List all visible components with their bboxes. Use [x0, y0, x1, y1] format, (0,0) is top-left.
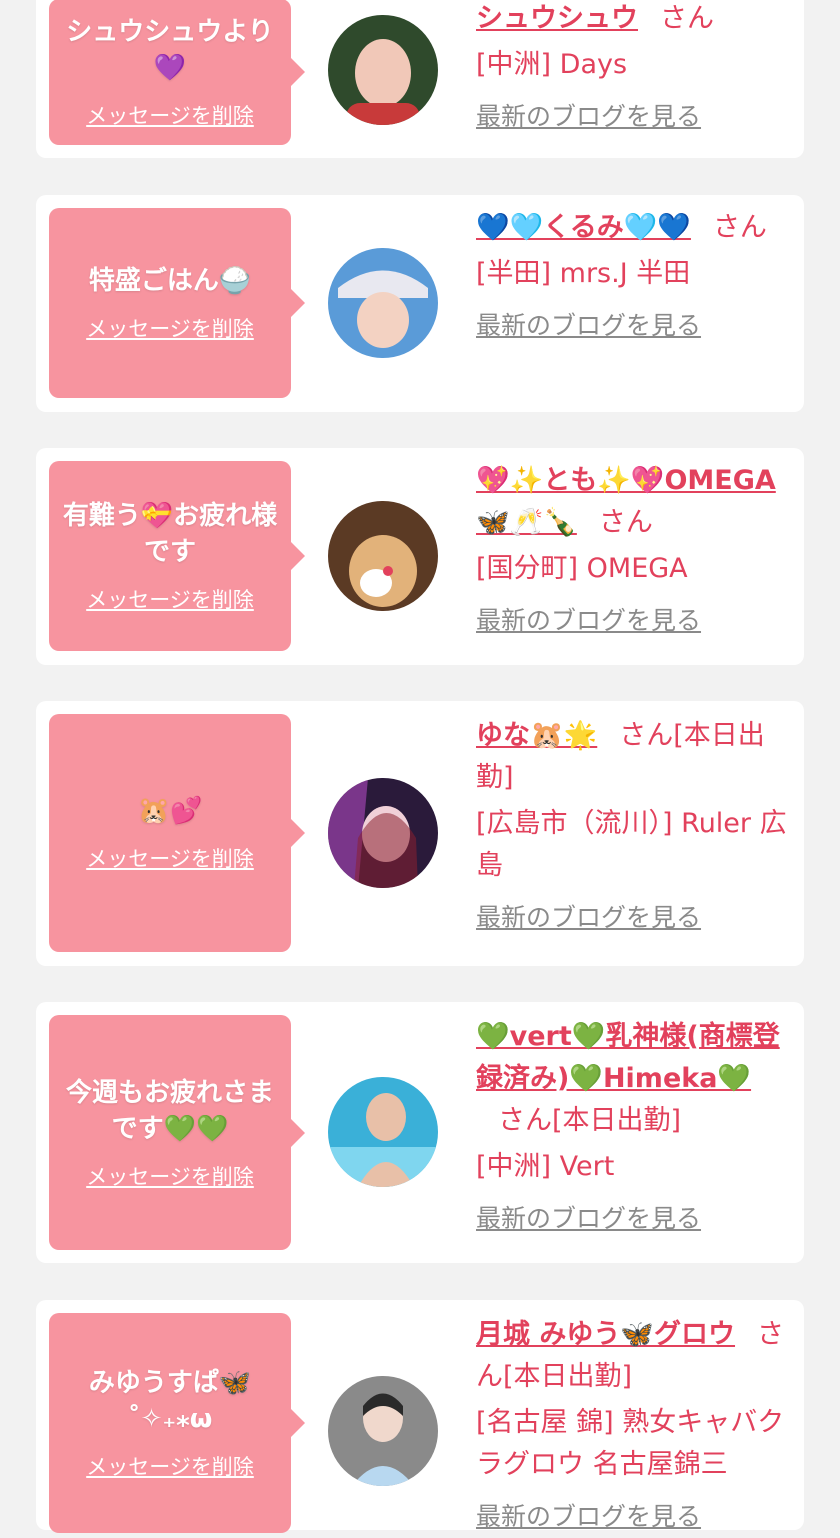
sender-name-link[interactable]: シュウシュウ	[476, 3, 638, 34]
delete-message-link[interactable]: メッセージを削除	[86, 1451, 254, 1481]
delete-message-link[interactable]: メッセージを削除	[86, 313, 254, 343]
message-bubble: 有難う💝お疲れ様です メッセージを削除	[49, 461, 305, 651]
latest-blog-link[interactable]: 最新のブログを見る	[476, 897, 701, 939]
message-card: 特盛ごはん🍚 メッセージを削除 💙🩵くるみ🩵💙 さん [半田] mrs.J 半田 …	[36, 195, 804, 412]
shop-label: [国分町] OMEGA	[476, 553, 688, 584]
message-bubble: 今週もお疲れさまです💚💚 メッセージを削除	[49, 1015, 305, 1250]
message-text: 特盛ごはん🍚	[88, 266, 252, 296]
shop-label: [半田] mrs.J 半田	[476, 258, 691, 289]
sender-info: 💚vert💚乳神様(商標登録済み)💚Himeka💚 さん[本日出勤] [中洲] V…	[476, 1016, 796, 1240]
latest-blog-link[interactable]: 最新のブログを見る	[476, 305, 701, 347]
delete-message-link[interactable]: メッセージを削除	[86, 100, 254, 130]
sender-info: 💖✨とも✨💖OMEGA🦋🥂🍾 さん [国分町] OMEGA 最新のブログを見る	[476, 460, 796, 642]
sender-info: 月城 みゆう🦋グロウ さん[本日出勤] [名古屋 錦] 熟女キャバクラグロウ 名古…	[476, 1314, 796, 1538]
avatar[interactable]	[328, 1077, 438, 1187]
avatar-photo	[328, 778, 438, 888]
delete-message-link[interactable]: メッセージを削除	[86, 1161, 254, 1191]
shop-label: [名古屋 錦] 熟女キャバクラグロウ 名古屋錦三	[476, 1407, 785, 1480]
sender-suffix: さん[本日出勤]	[498, 1105, 682, 1136]
avatar-photo	[328, 15, 438, 125]
sender-info: シュウシュウ さん [中洲] Days 最新のブログを見る	[476, 0, 796, 138]
latest-blog-link[interactable]: 最新のブログを見る	[476, 600, 701, 642]
message-card: 🐹💕 メッセージを削除 ゆな🐹🌟 さん[本日出勤] [広島市（流川）] Ruler…	[36, 701, 804, 966]
avatar-photo	[328, 248, 438, 358]
avatar-photo	[328, 501, 438, 611]
latest-blog-link[interactable]: 最新のブログを見る	[476, 1198, 701, 1240]
sender-info: ゆな🐹🌟 さん[本日出勤] [広島市（流川）] Ruler 広島 最新のブログを見…	[476, 715, 796, 939]
message-text: 今週もお疲れさまです💚💚	[65, 1077, 274, 1144]
message-text: みゆうすぱ🦋 ˚✧₊⁎ω	[88, 1368, 252, 1434]
avatar[interactable]	[328, 501, 438, 611]
sender-name-link[interactable]: 💚vert💚乳神様(商標登録済み)💚Himeka💚	[476, 1021, 780, 1094]
sender-name-link[interactable]: 月城 みゆう🦋グロウ	[476, 1319, 735, 1350]
sender-name-link[interactable]: ゆな🐹🌟	[476, 720, 597, 751]
avatar[interactable]	[328, 778, 438, 888]
message-bubble: 🐹💕 メッセージを削除	[49, 714, 305, 952]
message-text: シュウシュウより💜	[66, 17, 274, 83]
sender-info: 💙🩵くるみ🩵💙 さん [半田] mrs.J 半田 最新のブログを見る	[476, 207, 796, 347]
sender-suffix: さん	[660, 3, 714, 34]
message-text: 有難う💝お疲れ様です	[62, 501, 278, 567]
delete-message-link[interactable]: メッセージを削除	[86, 843, 254, 873]
latest-blog-link[interactable]: 最新のブログを見る	[476, 1496, 701, 1538]
message-card: 今週もお疲れさまです💚💚 メッセージを削除 💚vert💚乳神様(商標登録済み)💚…	[36, 1002, 804, 1263]
avatar[interactable]	[328, 1376, 438, 1486]
delete-message-link[interactable]: メッセージを削除	[86, 584, 254, 614]
sender-suffix: さん	[712, 212, 767, 243]
message-bubble: 特盛ごはん🍚 メッセージを削除	[49, 208, 305, 398]
sender-suffix: さん	[598, 507, 653, 538]
shop-label: [中洲] Days	[476, 49, 628, 80]
shop-label: [中洲] Vert	[476, 1151, 615, 1182]
message-text: 🐹💕	[137, 796, 203, 826]
avatar[interactable]	[328, 248, 438, 358]
latest-blog-link[interactable]: 最新のブログを見る	[476, 96, 701, 138]
message-card: シュウシュウより💜 メッセージを削除 シュウシュウ さん [中洲] Days 最新…	[36, 0, 804, 158]
message-bubble: シュウシュウより💜 メッセージを削除	[49, 0, 305, 145]
avatar-photo	[328, 1376, 438, 1486]
message-bubble: みゆうすぱ🦋 ˚✧₊⁎ω メッセージを削除	[49, 1313, 305, 1533]
avatar[interactable]	[328, 15, 438, 125]
shop-label: [広島市（流川）] Ruler 広島	[476, 808, 787, 881]
sender-name-link[interactable]: 💙🩵くるみ🩵💙	[476, 212, 691, 243]
message-card: 有難う💝お疲れ様です メッセージを削除 💖✨とも✨💖OMEGA🦋🥂🍾 さん [国分…	[36, 448, 804, 665]
avatar-photo	[328, 1077, 438, 1187]
